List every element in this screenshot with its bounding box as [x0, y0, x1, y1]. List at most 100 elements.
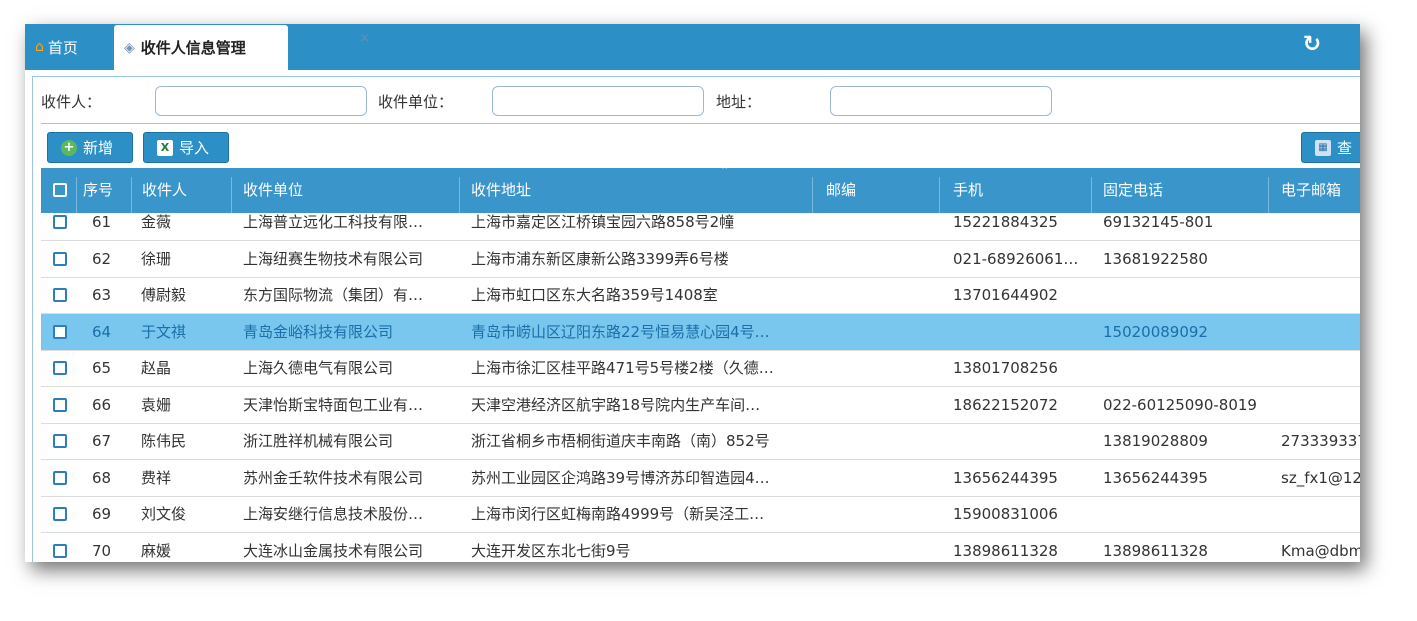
row-checkbox[interactable]: [53, 460, 73, 496]
cell-zip: [826, 241, 931, 277]
cell-address: 大连开发区东北七街9号: [471, 542, 631, 560]
cell-company: 上海久德电气有限公司: [243, 359, 394, 377]
cell-email: [1281, 496, 1360, 532]
cell-name: 麻媛: [141, 542, 172, 560]
table-row[interactable]: 68 费祥 苏州金壬软件技术有限公司 苏州工业园区企鸿路39号博济苏印智造园4… 136…: [41, 460, 1360, 497]
cell-address: 天津空港经济区航宇路18号院内生产车间…: [471, 396, 761, 414]
cell-email: Kma@dbm: [1281, 542, 1360, 560]
cell-company: 天津怡斯宝特面包工业有…: [243, 396, 424, 414]
cell-zip: [826, 314, 931, 350]
cell-address: 浙江省桐乡市梧桐街道庆丰南路（南）852号: [471, 432, 770, 450]
cell-address: 苏州工业园区企鸿路39号博济苏印智造园4…: [471, 469, 770, 487]
table-row[interactable]: 64 于文祺 青岛金峪科技有限公司 青岛市崂山区辽阳东路22号恒易慧心园4号… 1502…: [41, 314, 1360, 351]
cell-no: 67: [92, 432, 112, 450]
row-checkbox[interactable]: [53, 314, 73, 350]
cell-name: 徐珊: [141, 250, 172, 268]
row-checkbox[interactable]: [53, 533, 73, 562]
row-checkbox[interactable]: [53, 387, 73, 423]
query-button[interactable]: ▦ 查: [1301, 132, 1360, 163]
cell-zip: [826, 460, 931, 496]
tab-active-label: 收件人信息管理: [140, 39, 246, 57]
cell-address: 上海市浦东新区康新公路3399弄6号楼: [471, 250, 729, 268]
cell-phone: 13681922580: [1103, 250, 1208, 268]
cell-email: [1281, 204, 1360, 240]
cell-mobile: 13656244395: [953, 469, 1058, 487]
cell-phone: 15020089092: [1103, 323, 1208, 341]
cell-address: 上海市虹口区东大名路359号1408室: [471, 286, 718, 304]
tag-icon: ◈: [124, 39, 135, 56]
cell-mobile: 13898611328: [953, 542, 1058, 560]
tab-home[interactable]: ⌂ 首页: [35, 24, 115, 70]
address-filter-input[interactable]: [830, 86, 1052, 116]
cell-name: 傅尉毅: [141, 286, 187, 304]
excel-icon: X: [157, 139, 173, 156]
table-row[interactable]: 62 徐珊 上海纽赛生物技术有限公司 上海市浦东新区康新公路3399弄6号楼 021-6…: [41, 241, 1360, 278]
table-row[interactable]: 65 赵晶 上海久德电气有限公司 上海市徐汇区桂平路471号5号楼2楼（久德… 1380…: [41, 350, 1360, 387]
table-row[interactable]: 67 陈伟民 浙江胜祥机械有限公司 浙江省桐乡市梧桐街道庆丰南路（南）852号 1381…: [41, 423, 1360, 460]
plus-circle-icon: +: [61, 139, 77, 156]
cell-address: 上海市闵行区虹梅南路4999号（新吴泾工…: [471, 505, 765, 523]
cell-no: 68: [92, 469, 112, 487]
content-panel: 收件人： 收件单位： 地址： + 新增 X 导入 ▦ 查 ⌃ 序号 收件人 收件…: [32, 76, 1360, 562]
cell-mobile: 15221884325: [953, 213, 1058, 231]
table-row[interactable]: 63 傅尉毅 东方国际物流（集团）有… 上海市虹口区东大名路359号1408室 1370…: [41, 277, 1360, 314]
cell-phone: 13898611328: [1103, 542, 1208, 560]
cell-name: 刘文俊: [141, 505, 187, 523]
cell-no: 70: [92, 542, 112, 560]
import-button[interactable]: X 导入: [143, 132, 229, 163]
table-icon: ▦: [1315, 139, 1331, 156]
app-window: ⌂ 首页 ◈ 收件人信息管理 × ↻ 收件人： 收件单位： 地址： + 新增 X…: [25, 24, 1360, 562]
cell-company: 东方国际物流（集团）有…: [243, 286, 424, 304]
cell-company: 大连冰山金属技术有限公司: [243, 542, 424, 560]
cell-zip: [826, 350, 931, 386]
cell-no: 62: [92, 250, 112, 268]
cell-phone: 022-60125090-8019: [1103, 396, 1257, 414]
cell-mobile: [953, 423, 1085, 459]
table-row[interactable]: 69 刘文俊 上海安继行信息技术股份… 上海市闵行区虹梅南路4999号（新吴泾工… 15…: [41, 496, 1360, 533]
cell-name: 于文祺: [141, 323, 187, 341]
row-checkbox[interactable]: [53, 277, 73, 313]
table-row[interactable]: 66 袁姗 天津怡斯宝特面包工业有… 天津空港经济区航宇路18号院内生产车间… 1862…: [41, 387, 1360, 424]
row-checkbox[interactable]: [53, 496, 73, 532]
row-checkbox[interactable]: [53, 350, 73, 386]
cell-company: 上海普立远化工科技有限…: [243, 213, 424, 231]
home-icon: ⌂: [35, 39, 44, 55]
table-row[interactable]: 70 麻媛 大连冰山金属技术有限公司 大连开发区东北七街9号 13898611328 13…: [41, 533, 1360, 562]
cell-company: 上海纽赛生物技术有限公司: [243, 250, 424, 268]
row-checkbox[interactable]: [53, 241, 73, 277]
company-filter-input[interactable]: [492, 86, 704, 116]
add-button[interactable]: + 新增: [47, 132, 133, 163]
cell-mobile: [953, 314, 1085, 350]
cell-phone: 13819028809: [1103, 432, 1208, 450]
cell-phone: 69132145-801: [1103, 213, 1214, 231]
refresh-icon[interactable]: ↻: [1299, 32, 1325, 58]
recipient-filter-input[interactable]: [155, 86, 367, 116]
cell-company: 浙江胜祥机械有限公司: [243, 432, 394, 450]
cell-name: 赵晶: [141, 359, 172, 377]
company-filter-label: 收件单位：: [378, 93, 454, 111]
address-filter-label: 地址：: [716, 93, 762, 111]
cell-email: [1281, 350, 1360, 386]
cell-zip: [826, 423, 931, 459]
cell-company: 苏州金壬软件技术有限公司: [243, 469, 424, 487]
recipient-table: ⌃ 序号 收件人 收件单位 收件地址 邮编 手机 固定电话 电子邮箱 61 金薇上…: [41, 168, 1360, 562]
cell-mobile: 021-68926061…: [953, 250, 1079, 268]
tab-recipient-management[interactable]: ◈ 收件人信息管理 ×: [114, 25, 370, 70]
cell-no: 65: [92, 359, 112, 377]
table-row[interactable]: 61 金薇 上海普立远化工科技有限… 上海市嘉定区江桥镇宝园六路858号2幢 15221…: [41, 204, 1360, 241]
row-checkbox[interactable]: [53, 204, 73, 240]
close-icon[interactable]: ×: [359, 31, 370, 46]
cell-address: 青岛市崂山区辽阳东路22号恒易慧心园4号…: [471, 323, 770, 341]
cell-no: 69: [92, 505, 112, 523]
cell-phone: [1103, 496, 1263, 532]
cell-phone: [1103, 277, 1263, 313]
cell-email: 273339337: [1281, 432, 1360, 450]
divider: [41, 123, 1360, 124]
cell-phone: [1103, 350, 1263, 386]
row-checkbox[interactable]: [53, 423, 73, 459]
cell-name: 费祥: [141, 469, 172, 487]
cell-no: 63: [92, 286, 112, 304]
cell-no: 66: [92, 396, 112, 414]
cell-name: 袁姗: [141, 396, 172, 414]
tab-bar: ⌂ 首页 ◈ 收件人信息管理 × ↻: [25, 24, 1360, 70]
